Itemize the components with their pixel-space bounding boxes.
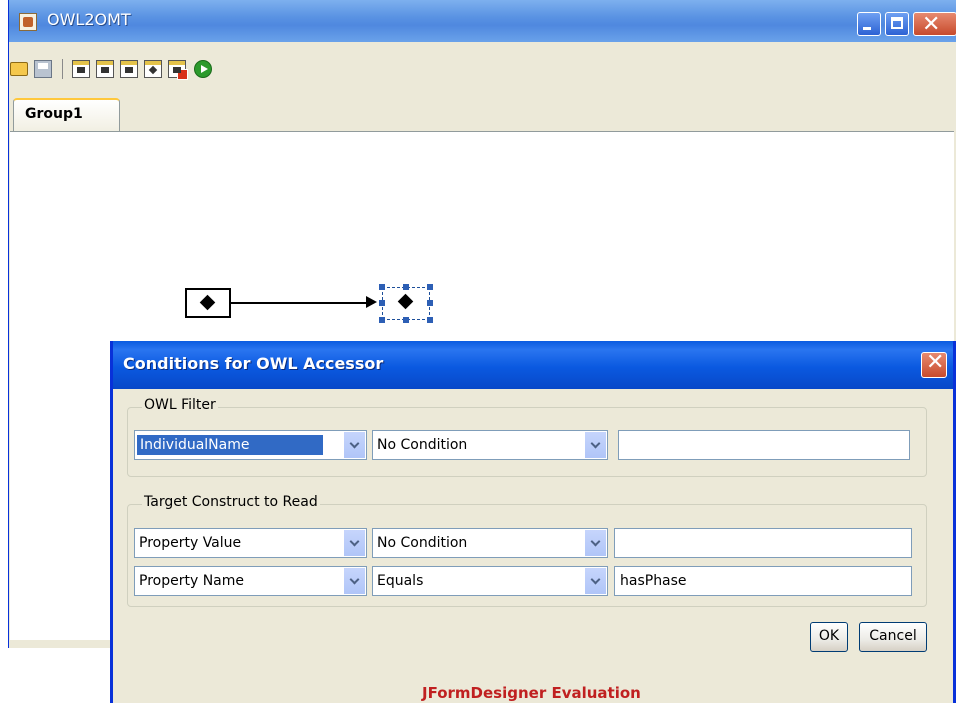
- minimize-button[interactable]: [857, 12, 881, 36]
- conditions-dialog: Conditions for OWL Accessor ✕ OWL Filter…: [110, 341, 956, 703]
- source-node[interactable]: [185, 288, 231, 318]
- add-node-icon[interactable]: [120, 60, 138, 78]
- java-app-icon[interactable]: [19, 13, 37, 31]
- toolbar-separator: [62, 59, 63, 79]
- dialog-title: Conditions for OWL Accessor: [123, 354, 384, 373]
- combo-value: No Condition: [377, 535, 468, 551]
- selection-handle[interactable]: [427, 317, 433, 323]
- target-field-combo[interactable]: Property Value: [134, 528, 367, 558]
- selection-handle[interactable]: [379, 284, 385, 290]
- dialog-title-bar[interactable]: Conditions for OWL Accessor ✕: [113, 341, 953, 389]
- red-x-icon: [177, 69, 188, 80]
- selection-handle[interactable]: [403, 317, 409, 323]
- run-icon[interactable]: [194, 60, 212, 78]
- target-field-combo[interactable]: Property Name: [134, 566, 367, 596]
- selection-handle[interactable]: [427, 300, 433, 306]
- target-value-field[interactable]: hasPhase: [614, 566, 912, 596]
- close-icon: ✕: [926, 350, 945, 375]
- target-value-field[interactable]: [614, 528, 912, 558]
- diamond-icon: [397, 293, 414, 310]
- target-condition-combo[interactable]: No Condition: [372, 528, 608, 558]
- chevron-down-icon[interactable]: [584, 568, 606, 594]
- filter-field-combo[interactable]: IndividualName: [134, 430, 367, 460]
- tab-label: Group1: [25, 106, 83, 122]
- chevron-down-icon[interactable]: [343, 432, 365, 458]
- filter-value-field[interactable]: [618, 430, 910, 460]
- field-value: hasPhase: [620, 573, 687, 589]
- combo-value: No Condition: [377, 437, 468, 453]
- group-title: OWL Filter: [142, 397, 218, 413]
- selection-handle[interactable]: [379, 317, 385, 323]
- group-title: Target Construct to Read: [142, 494, 320, 510]
- delete-node-icon[interactable]: [168, 60, 188, 80]
- chevron-down-icon[interactable]: [343, 530, 365, 556]
- cancel-button[interactable]: Cancel: [859, 622, 927, 652]
- target-condition-combo[interactable]: Equals: [372, 566, 608, 596]
- close-icon: ✕: [922, 12, 941, 37]
- filter-condition-combo[interactable]: No Condition: [372, 430, 608, 460]
- target-construct-group: Target Construct to Read Property Value …: [127, 494, 927, 607]
- selection-handle[interactable]: [427, 284, 433, 290]
- combo-value: Equals: [377, 573, 424, 589]
- evaluation-notice: JFormDesigner Evaluation: [422, 684, 641, 702]
- chevron-down-icon[interactable]: [584, 530, 606, 556]
- add-node-icon[interactable]: [72, 60, 90, 78]
- diamond-icon: [199, 294, 216, 311]
- chevron-down-icon[interactable]: [584, 432, 606, 458]
- connector-line[interactable]: [231, 302, 371, 304]
- arrow-head-icon: [366, 296, 377, 308]
- close-window-button[interactable]: ✕: [913, 12, 956, 37]
- tab-group1[interactable]: Group1: [13, 98, 120, 132]
- open-folder-icon[interactable]: [10, 62, 28, 76]
- title-bar[interactable]: OWL2OMT ✕: [9, 0, 956, 42]
- chevron-down-icon[interactable]: [343, 568, 365, 594]
- combo-value: Property Value: [139, 535, 242, 551]
- combo-value: Property Name: [139, 573, 244, 589]
- ok-button[interactable]: OK: [810, 622, 848, 652]
- add-node-icon[interactable]: [96, 60, 114, 78]
- combo-value: IndividualName: [137, 435, 323, 455]
- window-title: OWL2OMT: [47, 10, 131, 29]
- target-node-selected[interactable]: [382, 287, 430, 320]
- selection-handle[interactable]: [403, 284, 409, 290]
- add-diamond-node-icon[interactable]: [144, 60, 162, 78]
- owl-filter-group: OWL Filter IndividualName No Condition: [127, 397, 927, 477]
- dialog-close-button[interactable]: ✕: [921, 350, 947, 378]
- selection-handle[interactable]: [379, 300, 385, 306]
- save-icon[interactable]: [34, 60, 52, 78]
- maximize-button[interactable]: [885, 12, 909, 36]
